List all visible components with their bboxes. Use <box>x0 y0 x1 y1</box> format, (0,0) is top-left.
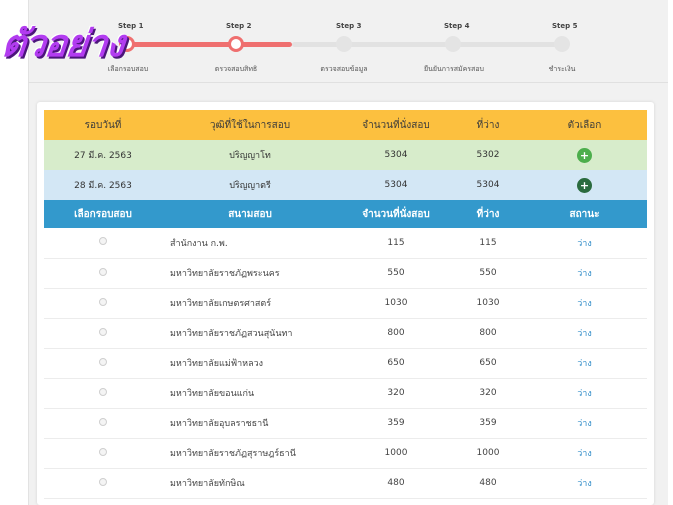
step-2-number: Step 2 <box>226 22 252 30</box>
seats-header: จำนวนที่นั่งสอบ <box>362 119 430 131</box>
site-row: มหาวิทยาลัยเกษตรศาสตร์ 1030 1030 ว่าง <box>44 288 647 318</box>
exam-table: รอบวันที่ วุฒิที่ใช้ในการสอบ จำนวนที่นั่… <box>44 110 647 499</box>
step-5-number: Step 5 <box>552 22 578 30</box>
site-row: มหาวิทยาลัยขอนแก่น 320 320 ว่าง <box>44 378 647 408</box>
site-available: 1030 <box>476 298 500 308</box>
site-radio[interactable] <box>99 447 107 456</box>
site-seats: 800 <box>387 328 405 338</box>
round-degree: ปริญญาโท <box>229 151 271 161</box>
site-status: ว่าง <box>577 419 592 429</box>
site-name: มหาวิทยาลัยราชภัฏพระนคร <box>170 269 280 279</box>
header-divider <box>28 82 668 83</box>
step-2-dot[interactable] <box>228 36 244 52</box>
step-3-number: Step 3 <box>336 22 362 30</box>
step-4-label: ยืนยันการสมัครสอบ <box>424 65 484 73</box>
site-available: 650 <box>479 358 497 368</box>
select-site-header: เลือกรอบสอบ <box>74 208 132 220</box>
site-available-header: ที่ว่าง <box>476 208 500 220</box>
site-status: ว่าง <box>577 329 592 339</box>
site-row: มหาวิทยาลัยราชภัฏสวนสุนันทา 800 800 ว่าง <box>44 318 647 348</box>
sample-watermark: ตัวอย่าง <box>0 21 126 65</box>
site-seats: 115 <box>387 237 405 248</box>
round-seats: 5304 <box>384 180 408 190</box>
site-seats: 650 <box>387 358 405 368</box>
site-status: ว่าง <box>577 359 592 369</box>
site-radio[interactable] <box>99 237 107 246</box>
site-available: 550 <box>479 268 497 278</box>
round-degree: ปริญญาตรี <box>229 181 271 191</box>
site-row: มหาวิทยาลัยทักษิณ 480 480 ว่าง <box>44 468 647 498</box>
site-radio[interactable] <box>99 327 107 336</box>
site-seats: 1030 <box>384 298 408 308</box>
add-round-button[interactable]: + <box>577 147 592 163</box>
degree-header: วุฒิที่ใช้ในการสอบ <box>209 119 291 131</box>
site-name: มหาวิทยาลัยราชภัฏสวนสุนันทา <box>170 329 293 339</box>
site-radio[interactable] <box>99 387 107 396</box>
add-round-button[interactable]: + <box>577 177 592 193</box>
site-name: สำนักงาน ก.พ. <box>170 238 228 249</box>
step-3-label: ตรวจสอบข้อมูล <box>320 65 368 73</box>
step-2-label: ตรวจสอบสิทธิ <box>214 65 258 73</box>
site-row: มหาวิทยาลัยอุบลราชธานี 359 359 ว่าง <box>44 408 647 438</box>
site-available: 480 <box>479 478 497 488</box>
site-radio[interactable] <box>99 357 107 366</box>
site-available: 359 <box>479 418 497 428</box>
site-name: มหาวิทยาลัยราชภัฏสุราษฎร์ธานี <box>170 449 296 459</box>
site-available: 115 <box>479 237 497 248</box>
step-5-label: ชำระเงิน <box>548 65 576 73</box>
site-radio[interactable] <box>99 297 107 306</box>
stepper-progress-line <box>127 42 292 47</box>
site-available: 800 <box>479 328 497 338</box>
round-seats: 5304 <box>384 150 408 160</box>
round-row: 27 มี.ค. 2563 ปริญญาโท 5304 5302 + <box>44 140 647 170</box>
site-row: มหาวิทยาลัยราชภัฏสุราษฎร์ธานี 1000 1000 … <box>44 438 647 468</box>
round-date: 28 มี.ค. 2563 <box>74 181 132 191</box>
site-status: ว่าง <box>577 299 592 309</box>
site-header-row: เลือกรอบสอบ สนามสอบ จำนวนที่นั่งสอบ ที่ว… <box>44 200 647 228</box>
site-seats-header: จำนวนที่นั่งสอบ <box>362 208 430 220</box>
stepper-remaining-line <box>292 42 562 47</box>
site-seats: 480 <box>387 478 405 488</box>
round-row: 28 มี.ค. 2563 ปริญญาตรี 5304 5304 + <box>44 170 647 200</box>
site-name: มหาวิทยาลัยทักษิณ <box>170 479 245 489</box>
site-name: มหาวิทยาลัยเกษตรศาสตร์ <box>170 299 272 309</box>
site-seats: 550 <box>387 268 405 278</box>
site-seats: 1000 <box>384 448 408 458</box>
round-available: 5302 <box>476 150 500 160</box>
site-header: สนามสอบ <box>228 208 272 220</box>
site-seats: 320 <box>387 388 405 398</box>
site-name: มหาวิทยาลัยขอนแก่น <box>170 389 255 399</box>
step-3-dot <box>336 36 352 52</box>
round-date: 27 มี.ค. 2563 <box>74 151 132 161</box>
exam-selection-card: รอบวันที่ วุฒิที่ใช้ในการสอบ จำนวนที่นั่… <box>37 102 654 505</box>
status-header: สถานะ <box>569 208 600 220</box>
site-status: ว่าง <box>577 238 592 249</box>
site-name: มหาวิทยาลัยอุบลราชธานี <box>170 419 269 429</box>
step-4-dot <box>445 36 461 52</box>
round-date-header: รอบวันที่ <box>84 119 122 131</box>
site-name: มหาวิทยาลัยแม่ฟ้าหลวง <box>170 359 264 369</box>
site-available: 1000 <box>476 448 500 458</box>
site-status: ว่าง <box>577 479 592 489</box>
site-row: มหาวิทยาลัยแม่ฟ้าหลวง 650 650 ว่าง <box>44 348 647 378</box>
site-available: 320 <box>479 388 497 398</box>
site-radio[interactable] <box>99 417 107 426</box>
available-header: ที่ว่าง <box>476 119 500 131</box>
site-radio[interactable] <box>99 477 107 486</box>
site-status: ว่าง <box>577 269 592 279</box>
site-row: สำนักงาน ก.พ. 115 115 ว่าง <box>44 228 647 258</box>
step-5-dot <box>554 36 570 52</box>
option-header: ตัวเลือก <box>567 119 602 131</box>
site-row: มหาวิทยาลัยราชภัฏพระนคร 550 550 ว่าง <box>44 258 647 288</box>
round-available: 5304 <box>476 180 500 190</box>
site-status: ว่าง <box>577 389 592 399</box>
site-seats: 359 <box>387 418 405 428</box>
round-header-row: รอบวันที่ วุฒิที่ใช้ในการสอบ จำนวนที่นั่… <box>44 110 647 140</box>
site-radio[interactable] <box>99 267 107 276</box>
step-4-number: Step 4 <box>444 22 470 30</box>
site-status: ว่าง <box>577 449 592 459</box>
